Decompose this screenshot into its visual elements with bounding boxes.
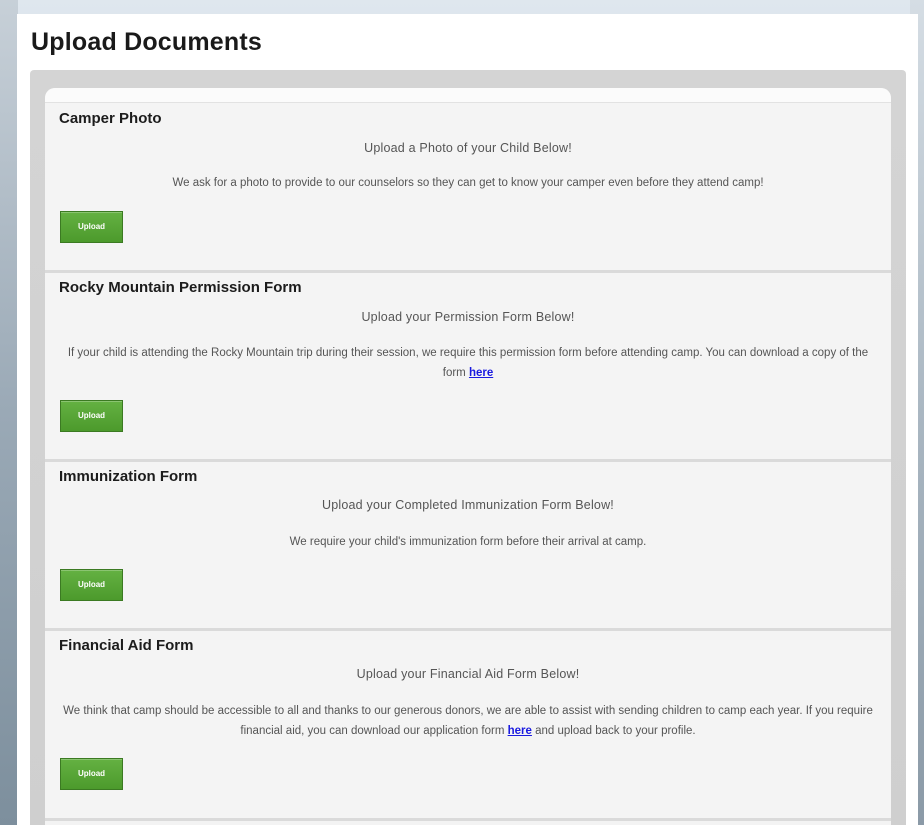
upload-documents-page: Upload Documents Camper Photo Upload a P… <box>17 14 918 825</box>
camper-photo-section: Camper Photo Upload a Photo of your Chil… <box>45 103 891 273</box>
section-title: Immunization Form <box>59 468 198 485</box>
section-subtitle: Upload a Photo of your Child Below! <box>364 141 572 155</box>
section-title: Rocky Mountain Permission Form <box>59 279 302 296</box>
section-title: Financial Aid Form <box>59 637 194 654</box>
documents-panel: Camper Photo Upload a Photo of your Chil… <box>30 70 906 825</box>
financial-aid-upload-button[interactable]: Upload <box>60 758 123 790</box>
section-description: If your child is attending the Rocky Mou… <box>59 343 877 383</box>
documents-panel-inner: Camper Photo Upload a Photo of your Chil… <box>45 88 891 825</box>
section-subtitle: Upload your Permission Form Below! <box>361 310 575 324</box>
camper-photo-upload-button[interactable]: Upload <box>60 211 123 243</box>
page-title: Upload Documents <box>31 28 262 56</box>
immunization-form-section: Immunization Form Upload your Completed … <box>45 462 891 631</box>
financial-aid-download-link[interactable]: here <box>508 725 532 737</box>
section-subtitle: Upload your Financial Aid Form Below! <box>356 667 580 681</box>
permission-form-upload-button[interactable]: Upload <box>60 400 123 432</box>
section-description: We ask for a photo to provide to our cou… <box>172 177 764 189</box>
section-title: Camper Photo <box>59 110 162 127</box>
description-text: We think that camp should be accessible … <box>63 705 873 737</box>
background-left-edge <box>0 0 18 825</box>
permission-form-download-link[interactable]: here <box>469 367 493 379</box>
panel-top-strip <box>45 88 891 103</box>
financial-aid-form-section: Financial Aid Form Upload your Financial… <box>45 631 891 821</box>
permission-form-section: Rocky Mountain Permission Form Upload yo… <box>45 273 891 462</box>
section-description: We think that camp should be accessible … <box>59 701 877 741</box>
section-description: We require your child's immunization for… <box>289 536 647 548</box>
description-text-end: and upload back to your profile. <box>531 725 696 737</box>
section-subtitle: Upload your Completed Immunization Form … <box>322 498 614 512</box>
immunization-form-upload-button[interactable]: Upload <box>60 569 123 601</box>
